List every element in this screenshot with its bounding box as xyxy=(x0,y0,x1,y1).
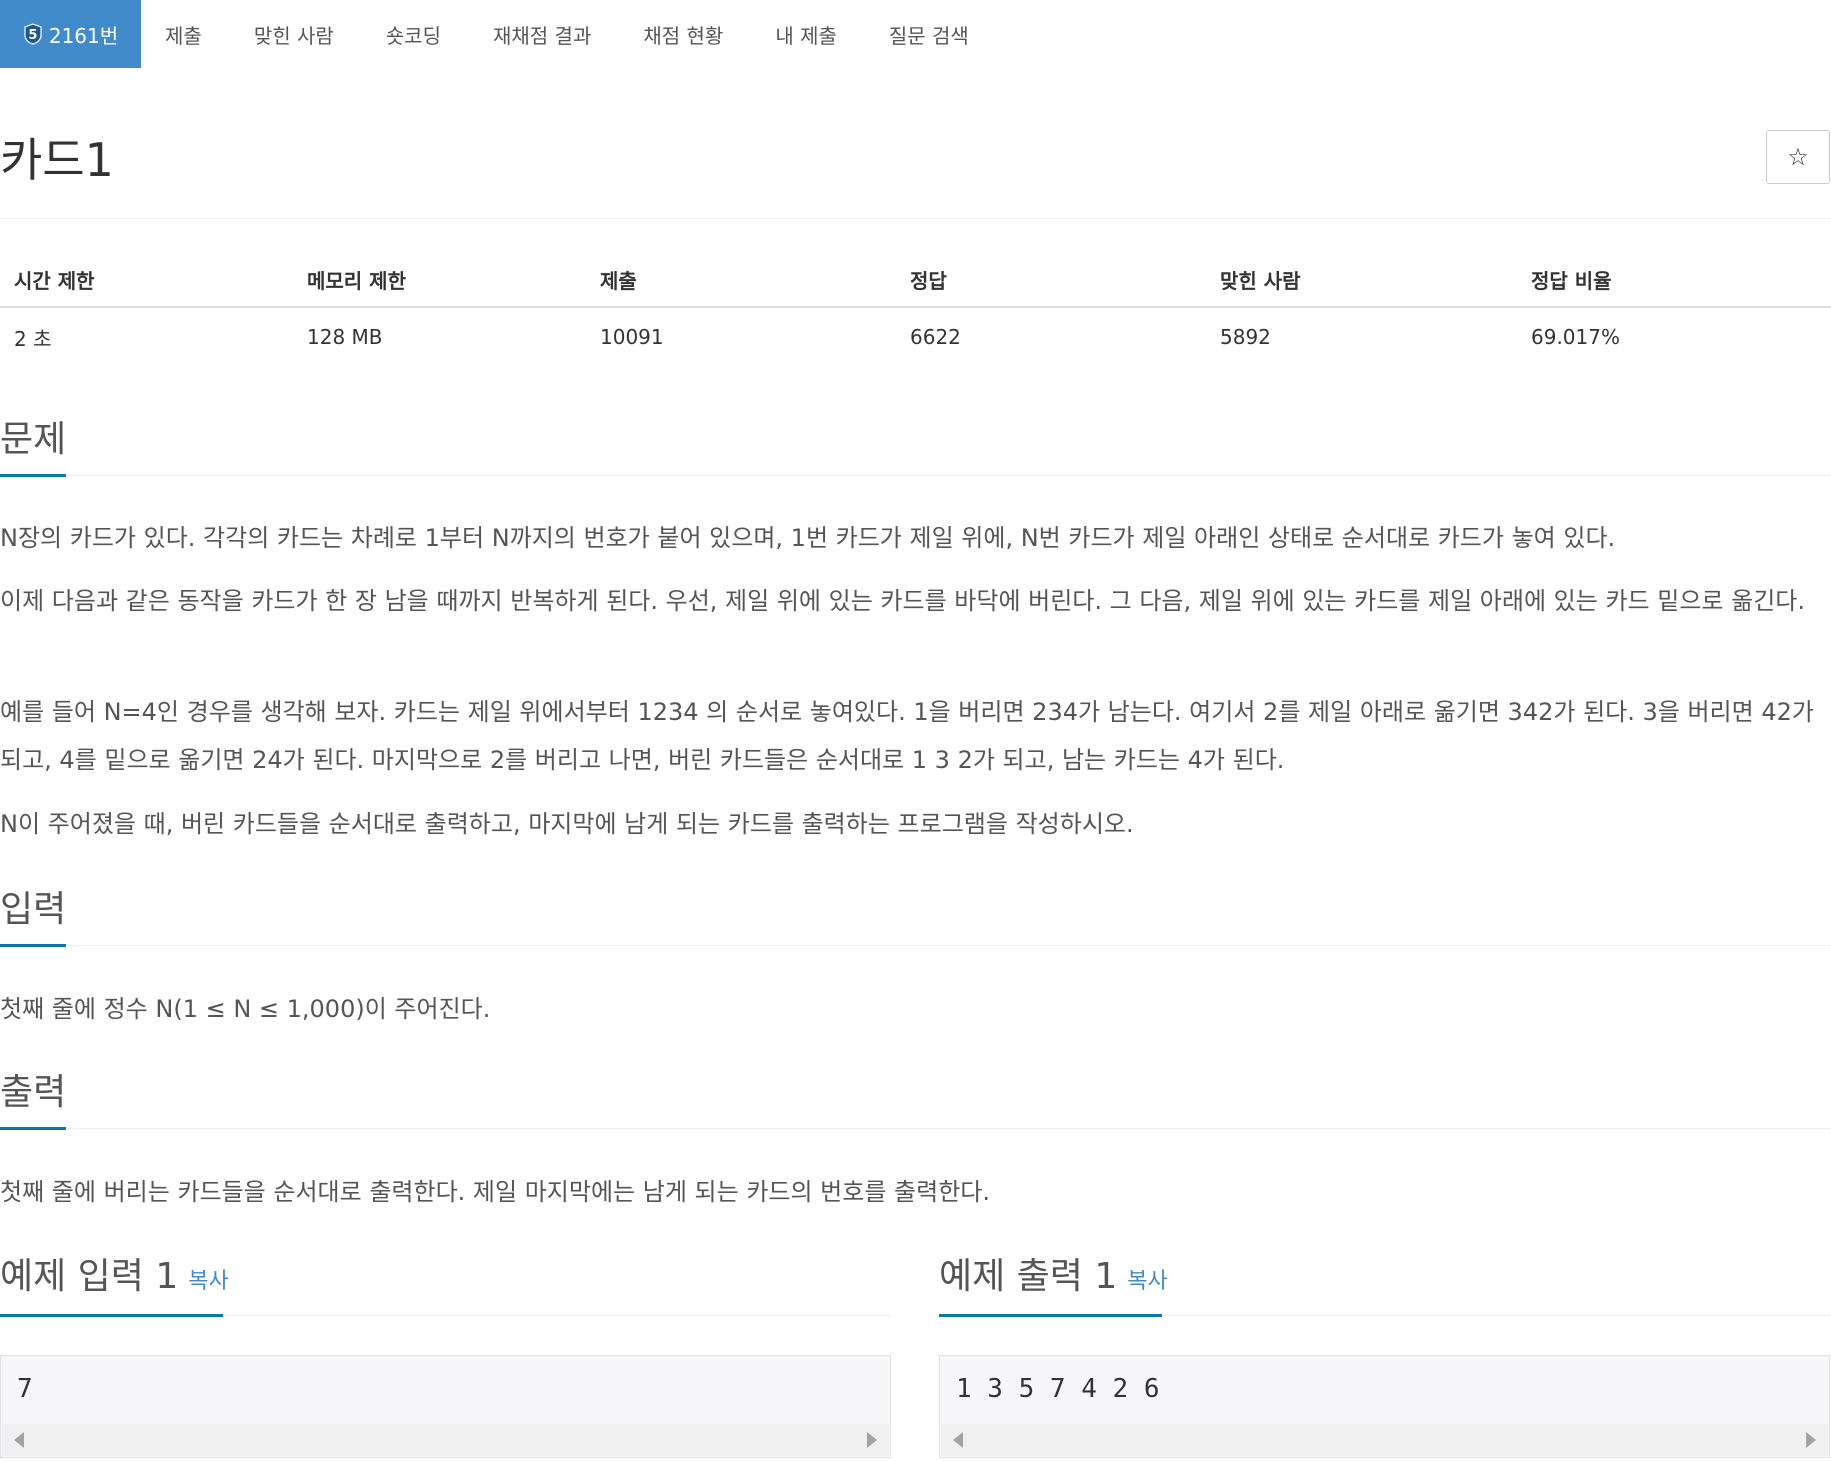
sample-output-copy-link[interactable]: 복사 xyxy=(1127,1269,1167,1294)
sample-input-scrollbar[interactable] xyxy=(2,1424,889,1456)
section-input-underline xyxy=(0,944,66,947)
tab-my-submissions[interactable]: 내 제출 xyxy=(775,0,837,68)
section-problem-underline xyxy=(0,474,66,477)
problem-paragraph-2: 이제 다음과 같은 동작을 카드가 한 장 남을 때까지 반복하게 된다. 우선… xyxy=(0,587,1805,615)
problem-paragraph-1: N장의 카드가 있다. 각각의 카드는 차례로 1부터 N까지의 번호가 붙어 … xyxy=(0,524,1616,552)
tab-submit[interactable]: 제출 xyxy=(165,0,202,68)
tab-short-coding[interactable]: 숏코딩 xyxy=(386,0,441,68)
section-problem-heading: 문제 xyxy=(0,416,1831,477)
scroll-left-icon[interactable] xyxy=(14,1432,24,1448)
tier-badge-icon: 5 xyxy=(23,23,43,45)
problem-info-table: 시간 제한 메모리 제한 제출 정답 맞힌 사람 정답 비율 2 초 128 M… xyxy=(0,252,1831,366)
header-solved-users: 맞힌 사람 xyxy=(1220,268,1301,293)
section-problem-title: 문제 xyxy=(0,419,67,460)
tab-problem-label: 2161번 xyxy=(48,23,119,48)
tab-judge-status[interactable]: 채점 현황 xyxy=(643,0,723,68)
section-input-heading: 입력 xyxy=(0,886,1831,947)
value-memory-limit: 128 MB xyxy=(307,325,383,349)
title-divider xyxy=(0,218,1831,219)
header-submissions: 제출 xyxy=(600,268,637,293)
table-header-row: 시간 제한 메모리 제한 제출 정답 맞힌 사람 정답 비율 xyxy=(0,252,1831,308)
sample-input-box[interactable]: 7 xyxy=(0,1355,891,1458)
sample-output-underline xyxy=(939,1314,1162,1317)
section-output-underline xyxy=(0,1127,66,1130)
sample-input-content: 7 xyxy=(17,1374,33,1404)
sample-output-content: 1 3 5 7 4 2 6 xyxy=(956,1374,1160,1404)
problem-nav: 5 2161번 제출 맞힌 사람 숏코딩 재채점 결과 채점 현황 내 제출 질… xyxy=(0,0,1831,68)
sample-input-copy-link[interactable]: 복사 xyxy=(188,1269,228,1294)
tab-question-search[interactable]: 질문 검색 xyxy=(889,0,969,68)
header-memory-limit: 메모리 제한 xyxy=(307,268,406,293)
sample-input-heading: 예제 입력 1 복사 xyxy=(0,1250,891,1317)
scroll-right-icon[interactable] xyxy=(1806,1432,1816,1448)
sample-input-title: 예제 입력 1 xyxy=(0,1256,179,1297)
value-time-limit: 2 초 xyxy=(14,326,52,351)
sample-input-heading-row: 예제 입력 1 복사 xyxy=(0,1250,229,1309)
section-output-heading: 출력 xyxy=(0,1069,1831,1130)
scroll-left-icon[interactable] xyxy=(953,1432,963,1448)
tab-solved-users[interactable]: 맞힌 사람 xyxy=(254,0,334,68)
section-input-title: 입력 xyxy=(0,889,67,930)
scroll-right-icon[interactable] xyxy=(867,1432,877,1448)
page-title: 카드1 xyxy=(0,133,114,187)
value-accept-ratio: 69.017% xyxy=(1531,325,1620,349)
header-accepted: 정답 xyxy=(910,268,947,293)
tab-rejudge-results[interactable]: 재채점 결과 xyxy=(493,0,591,68)
input-description: 첫째 줄에 정수 N(1 ≤ N ≤ 1,000)이 주어진다. xyxy=(0,995,491,1023)
sample-output-scrollbar[interactable] xyxy=(941,1424,1828,1456)
section-output-title: 출력 xyxy=(0,1072,67,1113)
output-description: 첫째 줄에 버리는 카드들을 순서대로 출력한다. 제일 마지막에는 남게 되는… xyxy=(0,1178,991,1206)
star-icon: ☆ xyxy=(1787,143,1809,171)
sample-output-box[interactable]: 1 3 5 7 4 2 6 xyxy=(939,1355,1830,1458)
value-solved-users: 5892 xyxy=(1220,325,1271,349)
tier-badge-number: 5 xyxy=(28,27,38,43)
header-time-limit: 시간 제한 xyxy=(14,268,95,293)
value-accepted: 6622 xyxy=(910,325,961,349)
table-row: 2 초 128 MB 10091 6622 5892 69.017% xyxy=(0,308,1831,366)
problem-paragraph-4: N이 주어졌을 때, 버린 카드들을 순서대로 출력하고, 마지막에 남게 되는… xyxy=(0,810,1134,838)
tab-problem[interactable]: 5 2161번 xyxy=(0,0,141,68)
header-accept-ratio: 정답 비율 xyxy=(1531,268,1612,293)
sample-output-title: 예제 출력 1 xyxy=(939,1256,1118,1297)
sample-input-underline xyxy=(0,1314,223,1317)
problem-paragraph-3: 예를 들어 N=4인 경우를 생각해 보자. 카드는 제일 위에서부터 1234… xyxy=(0,698,1814,774)
value-submissions: 10091 xyxy=(600,325,664,349)
star-button[interactable]: ☆ xyxy=(1766,130,1830,184)
sample-output-heading: 예제 출력 1 복사 xyxy=(939,1250,1830,1317)
sample-output-heading-row: 예제 출력 1 복사 xyxy=(939,1250,1168,1309)
